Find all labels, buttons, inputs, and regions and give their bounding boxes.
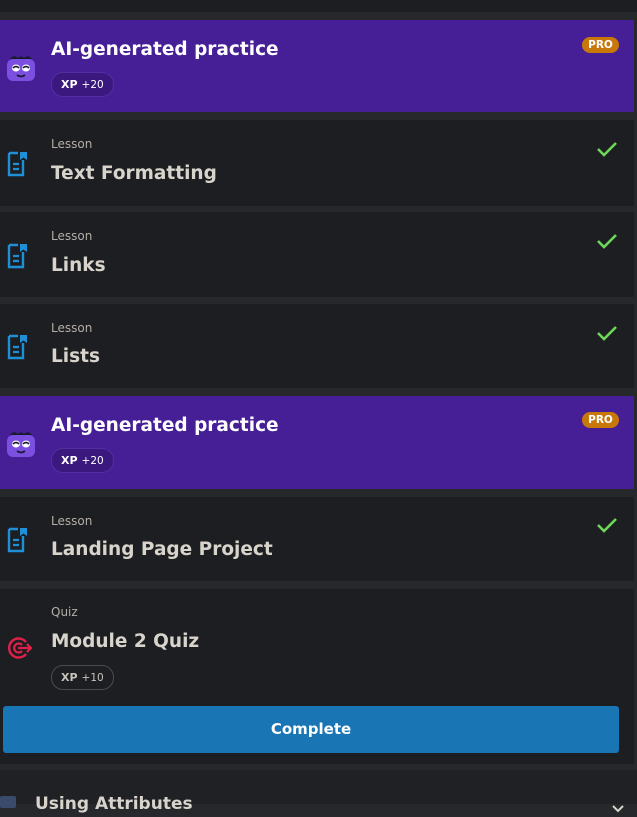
xp-label: XP xyxy=(61,454,78,467)
pro-badge: PRO xyxy=(582,37,619,53)
item-kind-label: Lesson xyxy=(51,229,93,243)
lesson-title: Lists xyxy=(51,346,100,367)
complete-button[interactable]: Complete xyxy=(3,706,619,753)
lesson-document-icon xyxy=(6,527,30,557)
lesson-document-icon xyxy=(6,334,30,364)
quiz-title: Module 2 Quiz xyxy=(51,631,200,652)
lesson-title: Links xyxy=(51,255,106,276)
lesson-document-icon xyxy=(6,243,30,273)
ai-practice-card[interactable]: AI-generated practice PRO XP +20 xyxy=(0,396,634,489)
robot-mascot-icon xyxy=(6,54,36,88)
target-icon xyxy=(6,636,33,664)
next-section-title: Using Attributes xyxy=(35,794,193,814)
lesson-card[interactable]: Lesson Text Formatting xyxy=(0,120,634,206)
ai-practice-card[interactable]: AI-generated practice PRO XP +20 xyxy=(0,20,634,112)
lesson-card[interactable]: Lesson Landing Page Project xyxy=(0,497,634,581)
check-icon xyxy=(596,324,618,346)
practice-title: AI-generated practice xyxy=(51,415,279,436)
pro-badge: PRO xyxy=(582,412,619,428)
lesson-card[interactable]: Lesson Lists xyxy=(0,304,634,388)
xp-badge: XP +10 xyxy=(51,665,114,690)
practice-title: AI-generated practice xyxy=(51,39,279,60)
check-icon xyxy=(596,140,618,162)
xp-amount: +20 xyxy=(81,79,104,91)
robot-mascot-icon xyxy=(6,430,36,464)
xp-amount: +10 xyxy=(81,672,104,684)
lesson-title: Landing Page Project xyxy=(51,539,273,560)
item-kind-label: Lesson xyxy=(51,137,93,151)
top-divider xyxy=(0,0,637,12)
lesson-title: Text Formatting xyxy=(51,163,217,184)
xp-label: XP xyxy=(61,78,78,91)
lesson-card[interactable]: Lesson Links xyxy=(0,212,634,297)
section-icon xyxy=(0,796,16,808)
xp-label: XP xyxy=(61,671,78,684)
xp-badge: XP +20 xyxy=(51,448,114,473)
item-kind-label: Lesson xyxy=(51,321,93,335)
item-kind-label: Lesson xyxy=(51,514,93,528)
next-section-header[interactable]: Using Attributes xyxy=(0,770,637,814)
xp-amount: +20 xyxy=(81,455,104,467)
xp-badge: XP +20 xyxy=(51,72,114,97)
lesson-document-icon xyxy=(6,151,30,181)
check-icon xyxy=(596,232,618,254)
item-kind-label: Quiz xyxy=(51,605,78,619)
check-icon xyxy=(596,516,618,538)
chevron-down-icon xyxy=(612,798,624,817)
